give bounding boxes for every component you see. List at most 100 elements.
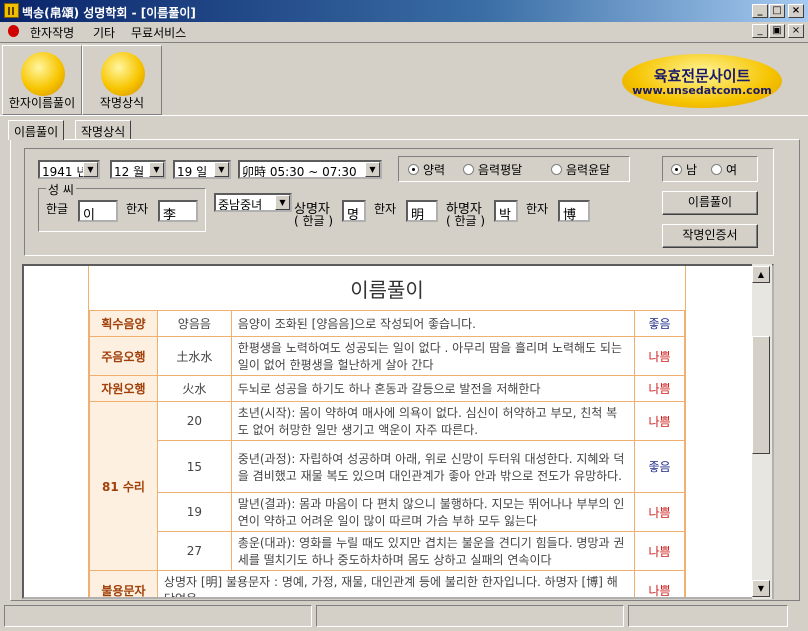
scroll-up-button[interactable]: ▲ [752, 266, 770, 283]
close-button[interactable]: × [788, 4, 804, 18]
value-cell: 20 [156, 401, 232, 441]
ha-hanja-label: 한자 [526, 202, 549, 216]
table-row: 81 수리 20 초년(시작): 몸이 약하여 매사에 의욕이 없다. 심신이 … [89, 401, 685, 571]
description-cell: 한평생을 노력하여도 성공되는 일이 없다 . 아무리 땀을 흘리며 노력해도 … [230, 336, 636, 376]
app-icon [4, 3, 19, 18]
category-cell: 주음오행 [89, 336, 158, 376]
table-row: 19 말년(결과): 몸과 마음이 다 편치 않으니 불행하다. 지모는 뛰어나… [90, 492, 685, 532]
mdi-minimize-button[interactable]: _ [752, 24, 768, 38]
description-cell: 중년(과정): 자립하여 성공하며 아래, 위로 신망이 두터워 대성한다. 지… [230, 440, 636, 493]
sang-hanja-label: 한자 [374, 202, 397, 216]
ha-hangul-label: ( 한글 ) [446, 214, 486, 228]
year-select[interactable]: 1941 년 ▼ [38, 160, 100, 179]
dropdown-arrow-icon: ▼ [149, 162, 164, 177]
radio-lunar-leap[interactable]: 음력윤달 [551, 161, 610, 178]
radio-label: 음력윤달 [566, 163, 611, 177]
hanja-name-button[interactable]: 한자이름풀이 [2, 45, 82, 115]
hanja-label: 한자 [126, 202, 149, 216]
result-title: 이름풀이 [350, 278, 424, 302]
rating-cell: 좋음 [634, 310, 685, 337]
radio-dot-icon [463, 164, 474, 175]
naming-knowledge-button[interactable]: 작명상식 [82, 45, 162, 115]
ha-hangul-input[interactable]: 박 [494, 200, 518, 223]
brand-logo[interactable]: 육효전문사이트 www.unsedatcom.com [622, 54, 782, 108]
description-cell: 초년(시작): 몸이 약하여 매사에 의욕이 없다. 심신이 허약하고 부모, … [230, 401, 636, 441]
naming-knowledge-label: 작명상식 [99, 96, 145, 110]
description-cell: 음양이 조화된 [양음음]으로 작성되어 좋습니다. [230, 310, 636, 337]
minimize-button[interactable]: _ [752, 4, 768, 18]
radio-lunar-normal[interactable]: 음력평달 [463, 161, 522, 178]
mdi-restore-button[interactable]: ▣ [769, 24, 785, 38]
radio-dot-icon [671, 164, 682, 175]
result-view[interactable]: 이름풀이 획수음양 양음음 음양이 조화된 [양음음]으로 작성되어 좋습니다.… [22, 264, 774, 599]
maximize-button[interactable]: □ [769, 4, 785, 18]
description-cell: 총운(대과): 영화를 누릴 때도 있지만 겹치는 불운을 견디기 힘들다. 명… [230, 531, 636, 571]
scroll-thumb[interactable] [752, 336, 770, 454]
gender-combo-value: 중남중녀 [218, 198, 263, 212]
menu-free-service[interactable]: 무료서비스 [131, 24, 186, 41]
mdi-close-button[interactable]: × [788, 24, 804, 38]
status-panel [628, 605, 788, 627]
value-cell: 19 [156, 492, 232, 532]
radio-solar[interactable]: 양력 [408, 161, 445, 178]
gender-combo-select[interactable]: 중남중녀 ▼ [214, 193, 292, 212]
menu-bar: 한자작명 기타 무료서비스 _ ▣ × [0, 22, 808, 41]
description-cell: 상명자 [明] 불용문자 : 명예, 가정, 재물, 대인관계 등에 불리한 한… [156, 570, 636, 597]
vertical-scrollbar[interactable]: ▲ ▼ [752, 264, 772, 599]
dropdown-arrow-icon: ▼ [214, 162, 229, 177]
status-panel [4, 605, 312, 627]
menu-etc[interactable]: 기타 [93, 24, 115, 41]
rating-cell: 나쁨 [634, 492, 685, 532]
radio-label: 음력평달 [478, 163, 523, 177]
time-value: 卯時 05:30 ~ 07:30 [242, 165, 357, 179]
radio-dot-icon [551, 164, 562, 175]
day-value: 19 일 [177, 165, 208, 179]
radio-label: 양력 [423, 163, 446, 177]
value-cell: 15 [156, 440, 232, 493]
value-cell: 火水 [156, 375, 232, 402]
rating-cell: 나쁨 [634, 336, 685, 376]
radio-female[interactable]: 여 [711, 161, 737, 178]
month-select[interactable]: 12 월 ▼ [110, 160, 166, 179]
tab-name-interpret[interactable]: 이름풀이 [8, 120, 65, 140]
certificate-button[interactable]: 작명인증서 [662, 224, 758, 248]
category-cell: 자원오행 [89, 375, 158, 402]
tab-label: 이름풀이 [14, 125, 59, 139]
surname-hanja-input[interactable]: 李 [158, 200, 198, 223]
ha-hanja-input[interactable]: 博 [558, 200, 590, 223]
surname-hangul-input[interactable]: 이 [78, 200, 118, 223]
result-table: 획수음양 양음음 음양이 조화된 [양음음]으로 작성되어 좋습니다. 좋음 주… [89, 310, 685, 597]
hanja-name-label: 한자이름풀이 [8, 96, 76, 110]
coin-icon [21, 52, 65, 96]
dropdown-arrow-icon: ▼ [275, 195, 290, 210]
menu-hanja[interactable]: 한자작명 [30, 24, 74, 41]
time-select[interactable]: 卯時 05:30 ~ 07:30 ▼ [238, 160, 382, 179]
brand-title: 육효전문사이트 [653, 67, 751, 85]
tab-naming-knowledge[interactable]: 작명상식 [75, 120, 132, 140]
tab-label: 작명상식 [81, 125, 126, 139]
status-panel [316, 605, 624, 627]
day-select[interactable]: 19 일 ▼ [173, 160, 231, 179]
radio-male[interactable]: 남 [671, 161, 697, 178]
sang-hanja-input[interactable]: 明 [406, 200, 438, 223]
month-value: 12 월 [114, 165, 145, 179]
scroll-down-button[interactable]: ▼ [752, 580, 770, 597]
category-cell: 획수음양 [89, 310, 158, 337]
sang-hangul-input[interactable]: 명 [342, 200, 366, 223]
brand-url: www.unsedatcom.com [632, 84, 772, 97]
sang-hangul-label: ( 한글 ) [294, 214, 334, 228]
radio-label: 남 [686, 163, 698, 177]
table-row: 획수음양 양음음 음양이 조화된 [양음음]으로 작성되어 좋습니다. 좋음 [89, 310, 685, 337]
radio-label: 여 [726, 163, 738, 177]
rating-cell: 좋음 [634, 440, 685, 493]
year-value: 1941 년 [42, 165, 88, 179]
radio-dot-icon [711, 164, 722, 175]
value-cell: 양음음 [156, 310, 232, 337]
rating-cell: 나쁨 [634, 375, 685, 402]
table-row: 27 총운(대과): 영화를 누릴 때도 있지만 겹치는 불운을 견디기 힘들다… [90, 531, 685, 571]
description-cell: 두뇌로 성공을 하기도 하나 혼동과 갈등으로 발전을 저해한다 [230, 375, 636, 402]
interpret-button[interactable]: 이름풀이 [662, 191, 758, 215]
rating-cell: 나쁨 [634, 570, 685, 597]
window-title: 백송(帛頌) 성명학회 - [이름풀이] [22, 6, 196, 20]
result-document: 이름풀이 획수음양 양음음 음양이 조화된 [양음음]으로 작성되어 좋습니다.… [88, 266, 686, 597]
